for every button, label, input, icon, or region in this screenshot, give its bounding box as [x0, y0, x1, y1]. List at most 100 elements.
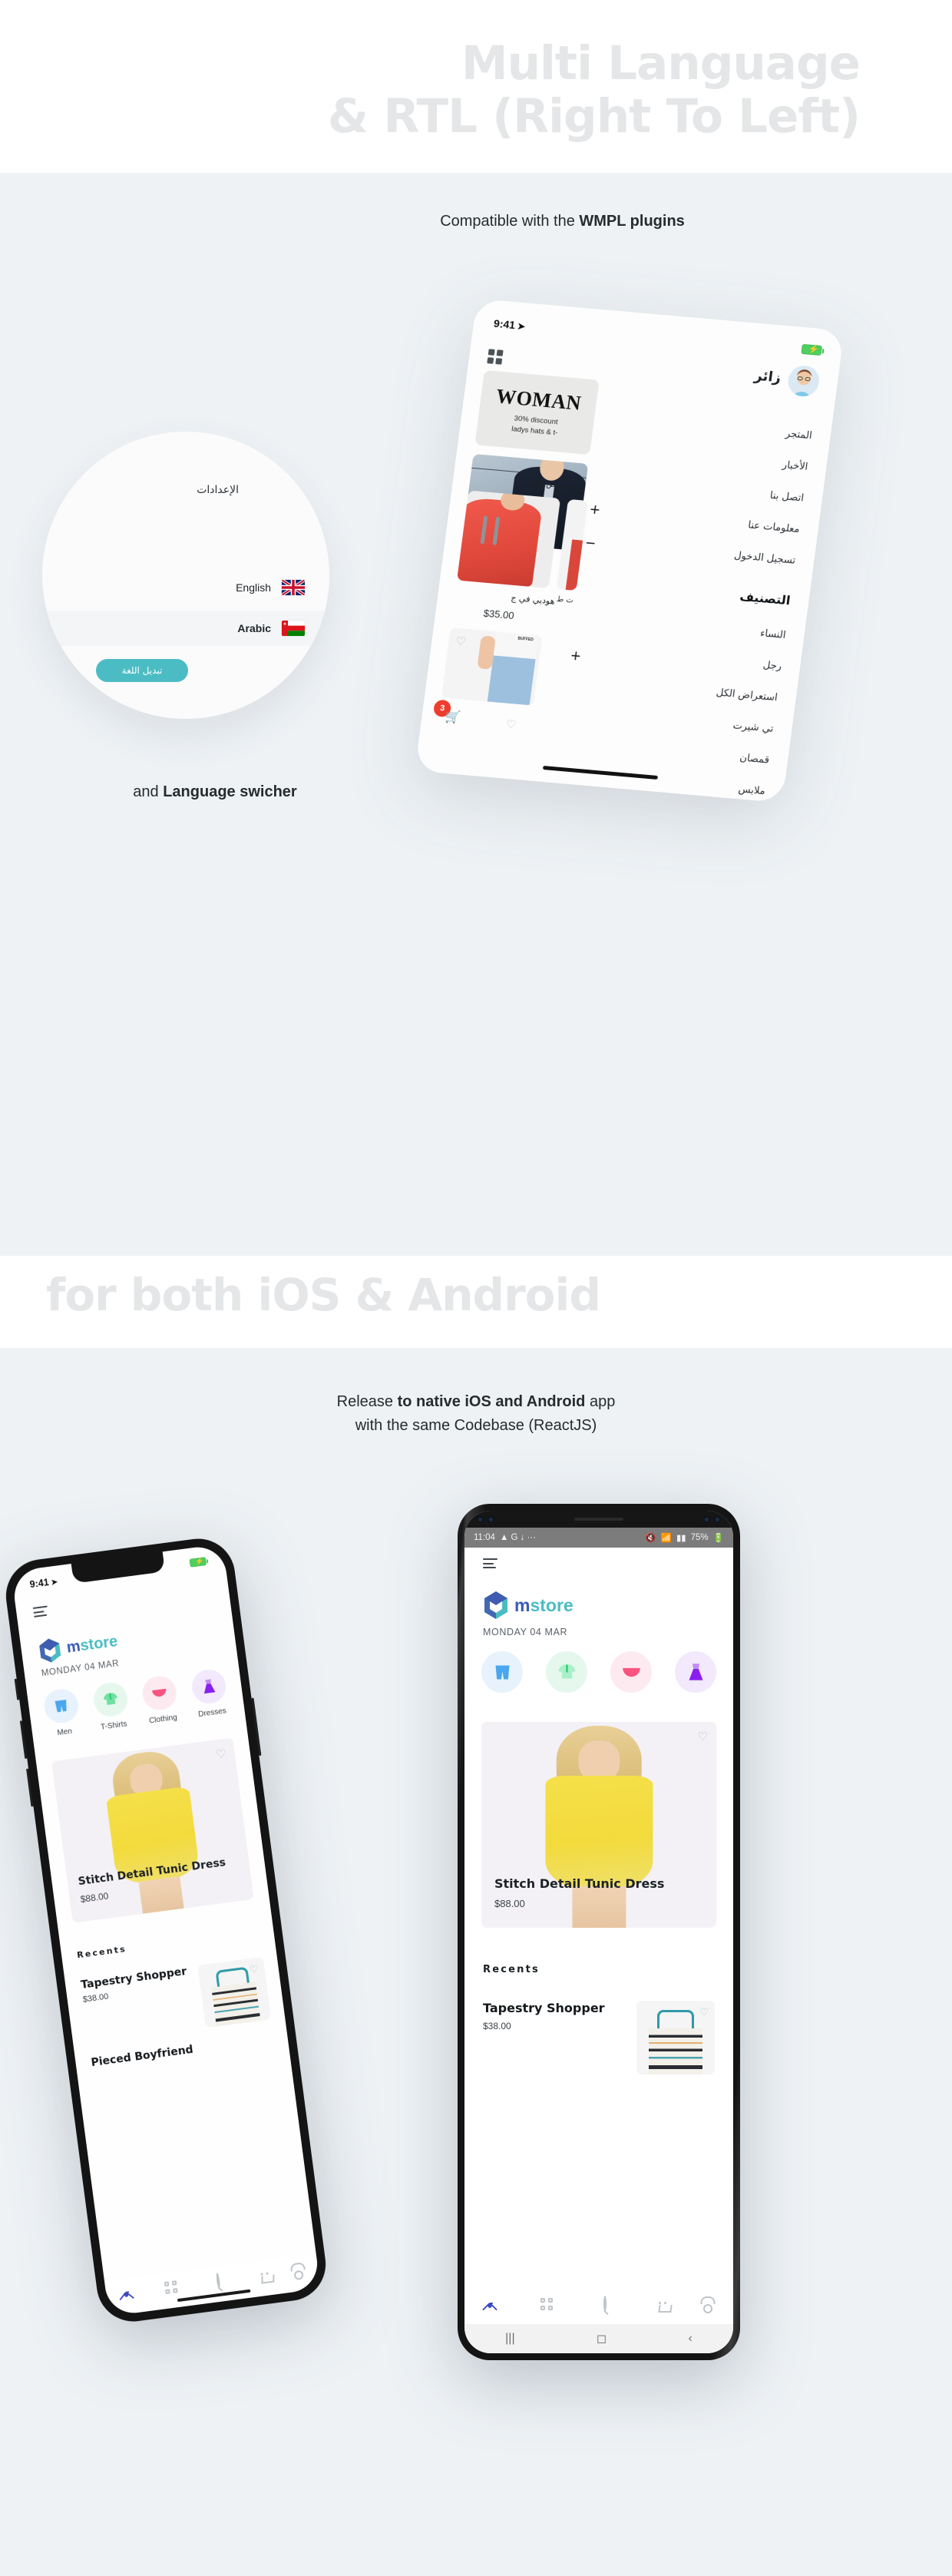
- hero-product-card[interactable]: ♡ Stitch Detail Tunic Dress $88.00: [51, 1737, 254, 1923]
- category-clothing[interactable]: [610, 1651, 652, 1693]
- heart-icon[interactable]: ♡: [249, 1963, 259, 1976]
- brand-logo: mstore: [483, 1591, 574, 1620]
- chevron-left-icon: ❮: [576, 482, 583, 492]
- section-2-title-line-1: for both iOS & Android: [46, 1269, 601, 1321]
- hero-product-name: Stitch Detail Tunic Dress: [494, 1876, 665, 1891]
- back-button[interactable]: ‹: [688, 2332, 692, 2346]
- category-dresses[interactable]: [675, 1651, 716, 1693]
- recents-button[interactable]: |||: [505, 2332, 514, 2346]
- category-row: Men T-Shirts Clothing Dresses: [42, 1667, 230, 1739]
- heart-icon[interactable]: ♡: [215, 1747, 227, 1762]
- heart-icon[interactable]: ♡: [455, 634, 468, 649]
- hero-product-price: $88.00: [79, 1890, 110, 1906]
- search-icon[interactable]: [603, 2296, 607, 2312]
- product-card-jeans[interactable]: ♡ BUFFED: [441, 627, 543, 706]
- iphone-power-button[interactable]: [251, 1697, 262, 1757]
- product-partial-text: ت ط: [556, 594, 574, 605]
- search-icon[interactable]: [215, 2272, 221, 2290]
- language-switcher-sublabel: and Language swicher: [0, 783, 430, 801]
- location-arrow-icon: ➤: [517, 320, 526, 333]
- language-option-label: English: [236, 581, 271, 594]
- category-label: Men: [56, 1727, 73, 1738]
- arabic-phone-mockup: 9:41➤ ⚡ زائر المتجر الأخبار اتصل بنا معل…: [415, 298, 845, 803]
- product-price: $35.00: [482, 607, 515, 622]
- iphone-screen: 9:41 ➤ ⚡ mstore MONDAY 04 MAR Men T-Shir…: [11, 1544, 321, 2316]
- category-men[interactable]: [481, 1651, 523, 1693]
- brand-name-store: store: [79, 1633, 119, 1655]
- grid-icon[interactable]: [540, 2298, 553, 2310]
- bottom-navigation: [104, 2253, 321, 2316]
- brand-name-m: m: [514, 1594, 531, 1615]
- tapestry-bag-image: ♡: [636, 2001, 715, 2074]
- stepper-minus-1[interactable]: −: [584, 533, 597, 554]
- android-system-nav: ||| ◻ ‹: [464, 2324, 733, 2353]
- shorts-icon: [481, 1651, 523, 1693]
- promo-banner[interactable]: WOMAN 30% discount ladys hats & t-: [474, 369, 600, 455]
- brand-logo: mstore: [37, 1629, 119, 1664]
- front-camera-icon: [477, 1515, 484, 1523]
- bottom-navigation: [464, 2284, 733, 2324]
- status-time: 11:04: [474, 1533, 495, 1542]
- guest-user-label: زائر: [753, 367, 782, 386]
- section-1-title-line-2: & RTL (Right To Left): [327, 89, 861, 144]
- promo-line-2: ladys hats & t-: [511, 424, 559, 437]
- section-1-title-line-1: Multi Language: [461, 36, 861, 91]
- home-button[interactable]: ◻: [597, 2331, 607, 2346]
- dress-icon: [675, 1651, 716, 1693]
- category-tshirts[interactable]: [546, 1651, 587, 1693]
- category-tshirts[interactable]: T-Shirts: [91, 1680, 131, 1732]
- tapestry-bag-image: ♡: [197, 1956, 272, 2028]
- language-option-label: Arabic: [237, 622, 271, 634]
- android-mockup: 11:04 ▲ G ↓ ··· 🔇 📶 ▮▮ 75% 🔋 mstore MOND…: [458, 1504, 740, 2360]
- cart-icon[interactable]: 🛒: [444, 709, 461, 726]
- wishlist-heart-icon[interactable]: ♡: [505, 717, 517, 732]
- section-2-title-band: for both iOS & Android: [0, 1256, 952, 1348]
- recent-item-tapestry[interactable]: Tapestry Shopper $38.00 ♡: [483, 2001, 715, 2078]
- category-dresses[interactable]: Dresses: [190, 1667, 230, 1719]
- hamburger-menu-icon[interactable]: [32, 1605, 49, 1617]
- recent-item-tapestry[interactable]: Tapestry Shopper $38.00 ♡: [80, 1955, 272, 2046]
- hamburger-menu-icon[interactable]: [483, 1558, 497, 1568]
- shorts-icon: [42, 1687, 81, 1725]
- iphone-volume-up[interactable]: [19, 1720, 28, 1760]
- settings-title: الإعدادات: [197, 484, 239, 496]
- promo-headline: WOMAN: [494, 385, 583, 415]
- iphone-volume-down[interactable]: [26, 1768, 34, 1807]
- category-label: Clothing: [148, 1713, 178, 1726]
- android-status-bar: 11:04 ▲ G ↓ ··· 🔇 📶 ▮▮ 75% 🔋: [464, 1528, 733, 1548]
- earpiece-speaker: [574, 1518, 623, 1521]
- panties-icon: [610, 1651, 652, 1693]
- switch-language-button[interactable]: تبديل اللغة: [96, 659, 188, 682]
- category-row: [481, 1651, 716, 1693]
- recents-section-label: Recents: [76, 1943, 127, 1961]
- grid-icon[interactable]: [164, 2280, 179, 2295]
- wifi-icon: 📶: [660, 1534, 672, 1543]
- heart-icon[interactable]: ♡: [699, 2006, 709, 2018]
- date-label: MONDAY 04 MAR: [483, 1627, 568, 1637]
- category-clothing[interactable]: Clothing: [140, 1674, 180, 1726]
- language-option-english[interactable]: English: [42, 570, 329, 605]
- category-label: Dresses: [197, 1707, 227, 1720]
- iphone-mute-switch[interactable]: [14, 1678, 20, 1700]
- jeans-model-illustration: BUFFED: [487, 631, 539, 706]
- stepper-plus-2[interactable]: +: [570, 646, 582, 667]
- recent-item-pieced[interactable]: Pieced Boyfriend: [91, 2044, 194, 2069]
- language-option-arabic[interactable]: Arabic: [42, 611, 329, 646]
- hero-product-card[interactable]: ♡ Stitch Detail Tunic Dress $88.00: [481, 1722, 716, 1928]
- stepper-plus-1[interactable]: +: [589, 499, 601, 520]
- section-1-body: Compatible with the WMPL plugins الإعداد…: [0, 173, 952, 1256]
- avatar[interactable]: [786, 364, 821, 398]
- tshirt-icon: [546, 1651, 587, 1693]
- arabic-phone-screen: 9:41➤ ⚡ زائر المتجر الأخبار اتصل بنا معل…: [415, 298, 845, 803]
- red-hoodie-illustration: [457, 497, 544, 588]
- release-caption: Release to native iOS and Android app wi…: [0, 1348, 952, 1438]
- iphone-mockup: 9:41 ➤ ⚡ mstore MONDAY 04 MAR Men T-Shir…: [2, 1534, 330, 2326]
- charging-battery-icon: ⚡: [801, 343, 822, 356]
- grid-icon[interactable]: [487, 349, 504, 365]
- signal-icon: ▮▮: [676, 1534, 686, 1543]
- heart-icon[interactable]: ♡: [698, 1730, 708, 1743]
- product-card-hoodie[interactable]: [457, 490, 561, 588]
- front-camera-icon-2: [703, 1515, 710, 1523]
- category-men[interactable]: Men: [42, 1687, 82, 1739]
- arabic-status-bar: 9:41➤ ⚡: [473, 316, 842, 360]
